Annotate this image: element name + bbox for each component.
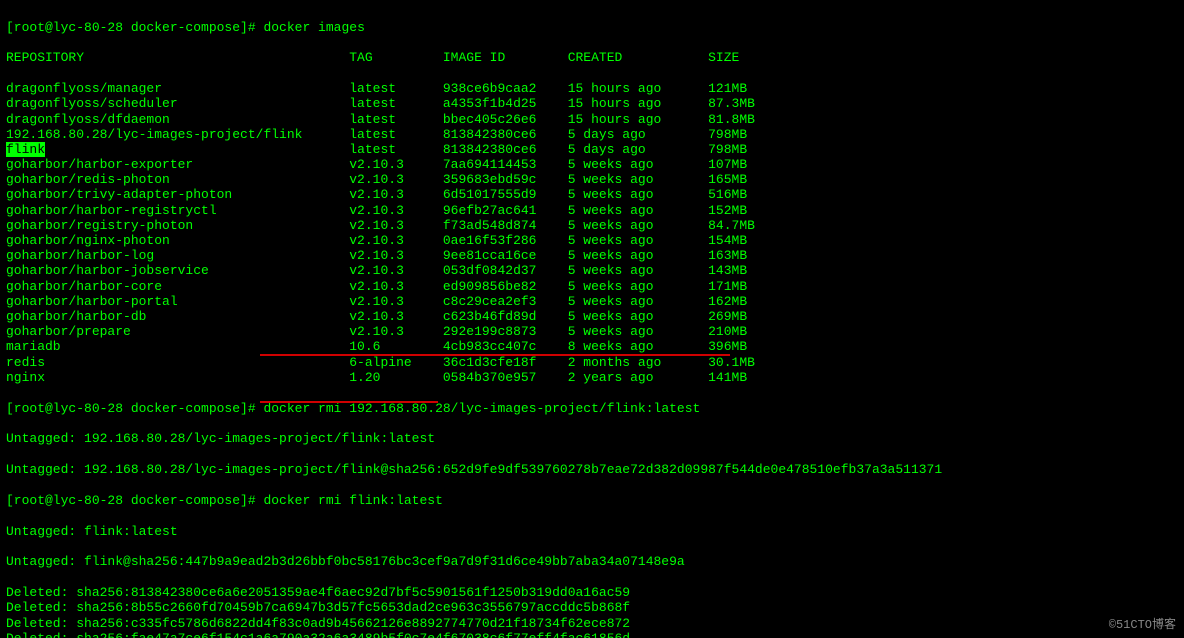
watermark: ©51CTO博客 [1109,618,1176,632]
highlight-underline-1 [260,354,730,356]
table-row: goharbor/trivy-adapter-photon v2.10.3 6d… [6,187,1178,202]
table-row: mariadb 10.6 4cb983cc407c 8 weeks ago 39… [6,339,1178,354]
command: docker images [263,20,364,35]
table-row: goharbor/registry-photon v2.10.3 f73ad54… [6,218,1178,233]
table-row: redis 6-alpine 36c1d3cfe18f 2 months ago… [6,355,1178,370]
table-row: 192.168.80.28/lyc-images-project/flink l… [6,127,1178,142]
table-row: goharbor/harbor-core v2.10.3 ed909856be8… [6,279,1178,294]
output-line: Deleted: sha256:fae47a7ce6f154c1a6a790a3… [6,631,1178,638]
prompt-line-2: [root@lyc-80-28 docker-compose]# docker … [6,401,1178,416]
table-header: REPOSITORY TAG IMAGE ID CREATED SIZE [6,50,1178,65]
table-row: goharbor/prepare v2.10.3 292e199c8873 5 … [6,324,1178,339]
output-line: Untagged: 192.168.80.28/lyc-images-proje… [6,462,1178,477]
table-row: goharbor/nginx-photon v2.10.3 0ae16f53f2… [6,233,1178,248]
table-row: goharbor/harbor-exporter v2.10.3 7aa6941… [6,157,1178,172]
prompt: [root@lyc-80-28 docker-compose]# [6,493,263,508]
table-row: nginx 1.20 0584b370e957 2 years ago 141M… [6,370,1178,385]
command: docker rmi flink:latest [263,493,442,508]
table-row: goharbor/harbor-registryctl v2.10.3 96ef… [6,203,1178,218]
prompt: [root@lyc-80-28 docker-compose]# [6,401,263,416]
output-line: Untagged: 192.168.80.28/lyc-images-proje… [6,431,1178,446]
prompt-line-3: [root@lyc-80-28 docker-compose]# docker … [6,493,1178,508]
prompt: [root@lyc-80-28 docker-compose]# [6,20,263,35]
terminal[interactable]: [root@lyc-80-28 docker-compose]# docker … [0,0,1184,638]
output-line: Deleted: sha256:c335fc5786d6822dd4f83c0a… [6,616,1178,631]
output-line: Untagged: flink:latest [6,524,1178,539]
table-row: dragonflyoss/scheduler latest a4353f1b4d… [6,96,1178,111]
table-row: dragonflyoss/dfdaemon latest bbec405c26e… [6,112,1178,127]
table-row: goharbor/redis-photon v2.10.3 359683ebd5… [6,172,1178,187]
output-line: Deleted: sha256:813842380ce6a6e2051359ae… [6,585,1178,600]
table-row: dragonflyoss/manager latest 938ce6b9caa2… [6,81,1178,96]
table-row: flink latest 813842380ce6 5 days ago 798… [6,142,1178,157]
table-row: goharbor/harbor-portal v2.10.3 c8c29cea2… [6,294,1178,309]
prompt-line-1: [root@lyc-80-28 docker-compose]# docker … [6,20,1178,35]
table-row: goharbor/harbor-log v2.10.3 9ee81cca16ce… [6,248,1178,263]
highlight-underline-2 [260,401,438,403]
table-row: goharbor/harbor-db v2.10.3 c623b46fd89d … [6,309,1178,324]
table-row: goharbor/harbor-jobservice v2.10.3 053df… [6,263,1178,278]
output-line: Deleted: sha256:8b55c2660fd70459b7ca6947… [6,600,1178,615]
output-line: Untagged: flink@sha256:447b9a9ead2b3d26b… [6,554,1178,569]
